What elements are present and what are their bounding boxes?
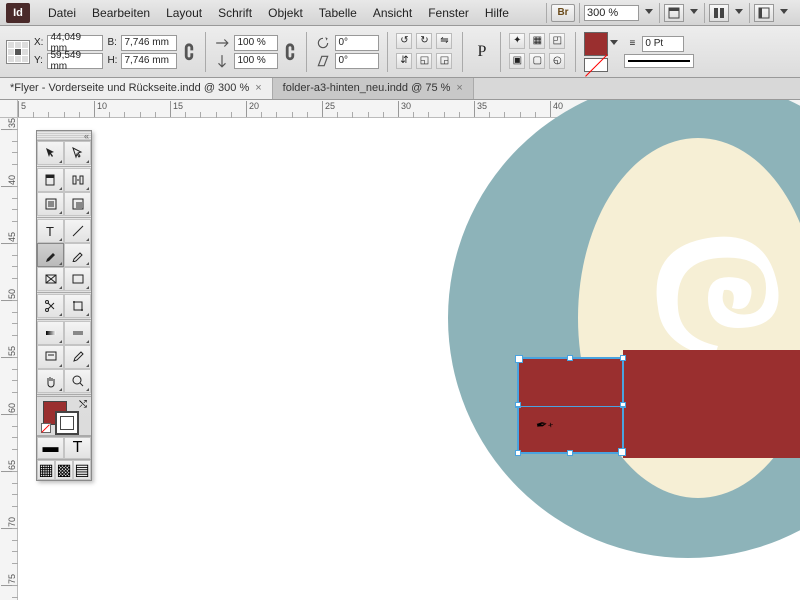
menu-ansicht[interactable]: Ansicht xyxy=(365,6,420,20)
panel-grip[interactable]: « xyxy=(37,131,91,141)
document-tabs: *Flyer - Vorderseite und Rückseite.indd … xyxy=(0,78,800,100)
presentation-mode-icon[interactable]: ▤ xyxy=(73,460,91,480)
gap-tool[interactable] xyxy=(64,168,91,192)
red-rectangle-large[interactable] xyxy=(623,350,800,458)
wrap-icon[interactable]: ▦ xyxy=(529,33,545,49)
shear-input[interactable]: 0° xyxy=(335,53,379,69)
flip-rotate-buttons[interactable]: ↺ ↻ ⇋ ⇵ ◱ ◲ xyxy=(396,33,454,71)
default-fill-stroke-icon[interactable] xyxy=(41,423,51,433)
arrange-documents-button[interactable] xyxy=(709,4,729,22)
stroke-swatch[interactable] xyxy=(584,58,608,72)
apply-type-icon[interactable]: T xyxy=(64,437,91,459)
gradient-swatch-tool[interactable] xyxy=(37,321,64,345)
eyedropper-tool[interactable] xyxy=(64,345,91,369)
line-tool[interactable] xyxy=(64,219,91,243)
apply-color-icon[interactable]: ▬ xyxy=(37,437,64,459)
svg-text:T: T xyxy=(46,224,54,238)
y-input[interactable]: 59,549 mm xyxy=(47,53,103,69)
close-tab-icon[interactable]: × xyxy=(456,82,462,94)
pen-cursor-icon: ✒+ xyxy=(535,415,555,435)
menu-hilfe[interactable]: Hilfe xyxy=(477,6,517,20)
selection-tool[interactable] xyxy=(37,141,64,165)
content-grabber-tool[interactable] xyxy=(37,192,64,216)
rotate-cw-icon[interactable]: ↻ xyxy=(416,33,432,49)
menu-objekt[interactable]: Objekt xyxy=(260,6,311,20)
work-area: 51015202530354045505560 3540455055606570… xyxy=(0,100,800,600)
menu-schrift[interactable]: Schrift xyxy=(210,6,260,20)
zoom-select[interactable]: 300 % xyxy=(584,5,639,21)
rotate-icon xyxy=(315,35,331,51)
app-logo: Id xyxy=(6,3,30,23)
stroke-color[interactable] xyxy=(55,411,79,435)
paragraph-style-icon[interactable]: P xyxy=(471,43,492,61)
document-tab[interactable]: folder-a3-hinten_neu.indd @ 75 %× xyxy=(273,77,474,99)
menu-tabelle[interactable]: Tabelle xyxy=(311,6,365,20)
vertical-ruler[interactable]: 354045505560657075 xyxy=(0,118,18,600)
swirl-graphic xyxy=(638,188,800,368)
x-input[interactable]: 44,049 mm xyxy=(47,35,103,51)
scissors-tool[interactable] xyxy=(37,294,64,318)
pen-tool[interactable] xyxy=(37,243,64,267)
constrain-scale-icon[interactable] xyxy=(282,44,298,60)
note-tool[interactable] xyxy=(37,345,64,369)
fit-icon[interactable]: ▣ xyxy=(509,53,525,69)
scale-y-input[interactable]: 100 % xyxy=(234,53,278,69)
center-icon[interactable]: ▢ xyxy=(529,53,545,69)
hand-tool[interactable] xyxy=(37,369,64,393)
ruler-corner[interactable] xyxy=(0,100,18,118)
rectangle-frame-tool[interactable] xyxy=(37,267,64,291)
preview-mode-icon[interactable]: ▩ xyxy=(55,460,73,480)
stroke-weight-icon: ≡ xyxy=(624,36,640,52)
height-input[interactable]: 7,746 mm xyxy=(121,53,177,69)
rectangle-tool[interactable] xyxy=(64,267,91,291)
control-bar: X:44,049 mm Y:59,549 mm B:7,746 mm H:7,7… xyxy=(0,26,800,78)
align-buttons[interactable]: ✦ ▦ ◰ ▣ ▢ ◵ xyxy=(509,33,567,71)
content-placer-tool[interactable] xyxy=(64,192,91,216)
rotate-input[interactable]: 0° xyxy=(335,35,379,51)
reference-point[interactable] xyxy=(6,40,30,64)
screen-mode-button[interactable] xyxy=(664,4,684,22)
tools-panel[interactable]: « T ⤭ ▬ T ▦ ▩ ▤ xyxy=(36,130,92,481)
flip-h-icon[interactable]: ⇋ xyxy=(436,33,452,49)
rotate-ccw-icon[interactable]: ↺ xyxy=(396,33,412,49)
flip-v-icon[interactable]: ⇵ xyxy=(396,53,412,69)
menu-fenster[interactable]: Fenster xyxy=(420,6,477,20)
free-transform-tool[interactable] xyxy=(64,294,91,318)
direct-selection-tool[interactable] xyxy=(64,141,91,165)
normal-mode-icon[interactable]: ▦ xyxy=(37,460,55,480)
scale-y-icon xyxy=(214,53,230,69)
menubar: Id DateiBearbeitenLayoutSchriftObjektTab… xyxy=(0,0,800,26)
pencil-tool[interactable] xyxy=(64,243,91,267)
select-container-icon[interactable]: ◱ xyxy=(416,53,432,69)
stroke-weight-input[interactable]: 0 Pt xyxy=(642,36,684,52)
fill-stroke-control[interactable]: ⤭ xyxy=(37,396,91,436)
width-input[interactable]: 7,746 mm xyxy=(121,35,177,51)
menu-layout[interactable]: Layout xyxy=(158,6,210,20)
drop-icon[interactable]: ◵ xyxy=(549,53,565,69)
close-tab-icon[interactable]: × xyxy=(255,82,261,94)
canvas[interactable]: ✒+ xyxy=(18,118,800,600)
scale-x-input[interactable]: 100 % xyxy=(234,35,278,51)
workspace-button[interactable] xyxy=(754,4,774,22)
select-content-icon[interactable]: ◲ xyxy=(436,53,452,69)
page-tool[interactable] xyxy=(37,168,64,192)
shear-icon xyxy=(315,53,331,69)
scale-x-icon xyxy=(214,35,230,51)
swap-fill-stroke-icon[interactable]: ⤭ xyxy=(79,399,87,410)
type-tool[interactable]: T xyxy=(37,219,64,243)
effects-icon[interactable]: ✦ xyxy=(509,33,525,49)
menu-bearbeiten[interactable]: Bearbeiten xyxy=(84,6,158,20)
document-tab[interactable]: *Flyer - Vorderseite und Rückseite.indd … xyxy=(0,77,273,99)
zoom-tool[interactable] xyxy=(64,369,91,393)
bridge-button[interactable]: Br xyxy=(551,4,575,22)
fill-swatch[interactable] xyxy=(584,32,608,56)
stroke-style-select[interactable] xyxy=(624,54,694,68)
menu-datei[interactable]: Datei xyxy=(40,6,84,20)
constrain-wh-icon[interactable] xyxy=(181,44,197,60)
gradient-feather-tool[interactable] xyxy=(64,321,91,345)
corner-icon[interactable]: ◰ xyxy=(549,33,565,49)
red-rectangle-selected[interactable] xyxy=(518,358,623,453)
